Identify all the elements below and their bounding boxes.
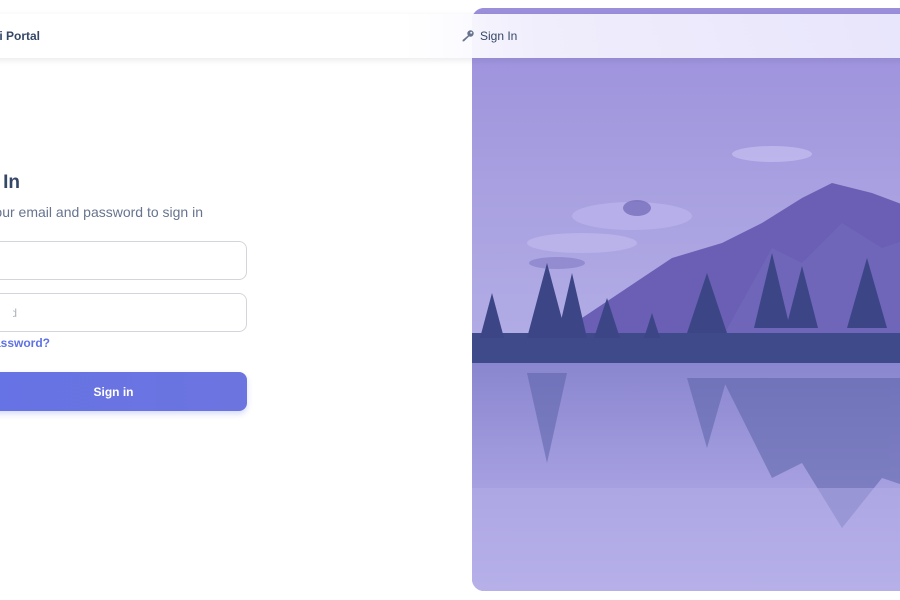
nav-signin-label: Sign In	[480, 29, 518, 43]
landscape-illustration	[472, 8, 900, 591]
forgot-password-link[interactable]: ...password?	[0, 336, 50, 350]
password-field[interactable]	[0, 293, 247, 332]
email-field[interactable]	[0, 241, 247, 280]
sign-in-page: ...ri Portal Sign In ... In ...your emai…	[0, 0, 900, 600]
page-title: ... In	[0, 172, 20, 193]
sign-in-form: ... In ...your email and password to sig…	[0, 0, 472, 600]
page-subtitle: ...your email and password to sign in	[0, 204, 203, 220]
sign-in-button[interactable]: Sign in	[0, 372, 247, 411]
